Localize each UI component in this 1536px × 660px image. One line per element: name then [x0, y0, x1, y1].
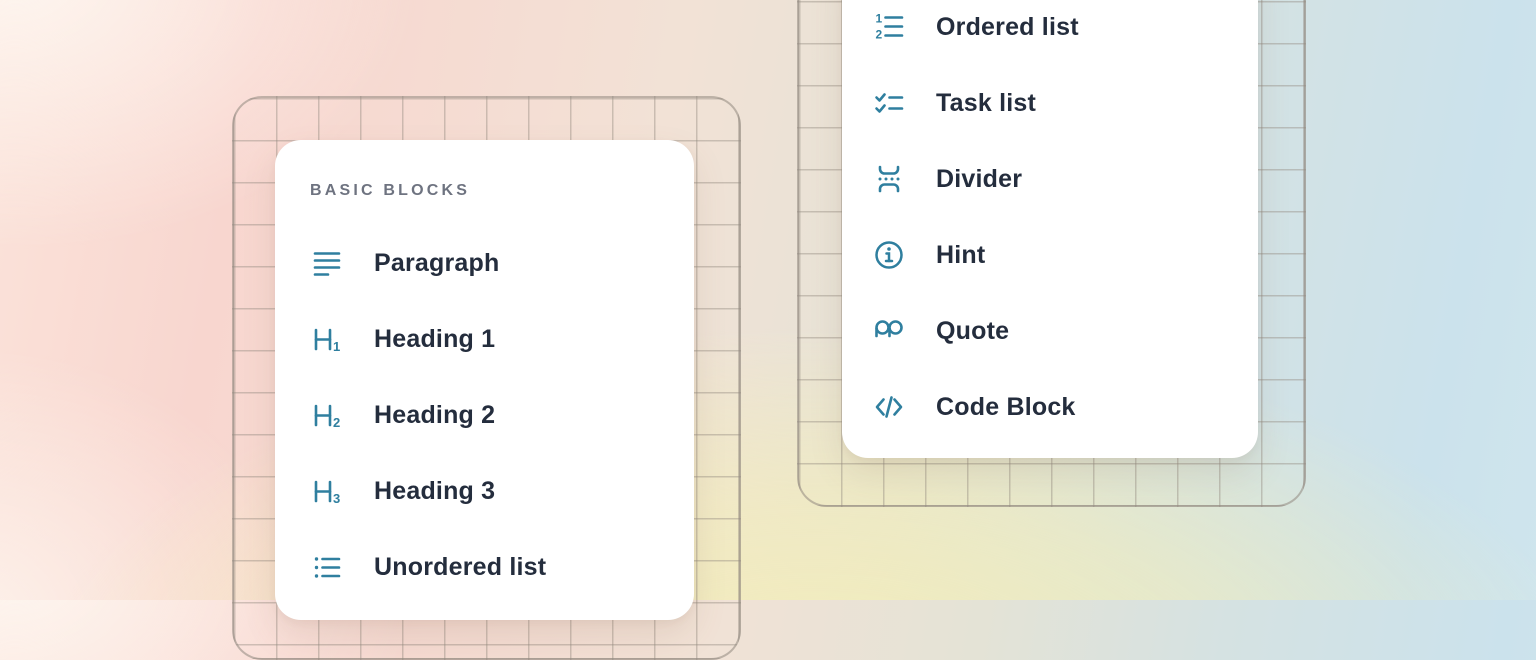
divider-icon [872, 162, 906, 196]
menu-item-task-list[interactable]: Task list [872, 65, 1258, 141]
menu-item-label: Heading 1 [374, 325, 495, 354]
menu-item-code-block[interactable]: Code Block [872, 369, 1258, 445]
menu-item-heading-1[interactable]: 1 Heading 1 [310, 301, 694, 377]
menu-item-heading-3[interactable]: 3 Heading 3 [310, 453, 694, 529]
svg-text:3: 3 [333, 491, 340, 506]
menu-item-label: Quote [936, 317, 1009, 346]
heading-2-icon: 2 [310, 398, 344, 432]
svg-text:1: 1 [333, 339, 340, 354]
heading-1-icon: 1 [310, 322, 344, 356]
svg-text:1: 1 [876, 12, 883, 26]
unordered-list-icon [310, 550, 344, 584]
paragraph-icon [310, 246, 344, 280]
menu-item-label: Divider [936, 165, 1022, 194]
menu-item-quote[interactable]: Quote [872, 293, 1258, 369]
basic-blocks-menu-card: BASIC BLOCKS Paragraph 1 Heading 1 [275, 140, 694, 620]
menu-item-label: Code Block [936, 393, 1076, 422]
menu-item-label: Paragraph [374, 249, 499, 278]
ordered-list-icon: 1 2 [872, 10, 906, 44]
task-list-icon [872, 86, 906, 120]
menu-item-heading-2[interactable]: 2 Heading 2 [310, 377, 694, 453]
heading-3-icon: 3 [310, 474, 344, 508]
menu-item-divider[interactable]: Divider [872, 141, 1258, 217]
menu-item-label: Hint [936, 241, 985, 270]
menu-item-label: Heading 3 [374, 477, 495, 506]
menu-item-label: Task list [936, 89, 1036, 118]
basic-blocks-list: Paragraph 1 Heading 1 2 Heading 2 [310, 225, 694, 605]
quote-icon [872, 314, 906, 348]
menu-item-label: Heading 2 [374, 401, 495, 430]
section-label: BASIC BLOCKS [310, 180, 694, 202]
svg-text:2: 2 [333, 415, 340, 430]
code-block-icon [872, 390, 906, 424]
menu-item-unordered-list[interactable]: Unordered list [310, 529, 694, 605]
menu-item-label: Ordered list [936, 13, 1079, 42]
svg-text:2: 2 [876, 28, 883, 42]
more-blocks-menu-card: 1 2 Ordered list Task list [842, 0, 1258, 458]
menu-item-hint[interactable]: Hint [872, 217, 1258, 293]
menu-item-ordered-list[interactable]: 1 2 Ordered list [872, 0, 1258, 65]
menu-item-paragraph[interactable]: Paragraph [310, 225, 694, 301]
more-blocks-list: 1 2 Ordered list Task list [872, 0, 1258, 445]
menu-item-label: Unordered list [374, 553, 546, 582]
hint-icon [872, 238, 906, 272]
